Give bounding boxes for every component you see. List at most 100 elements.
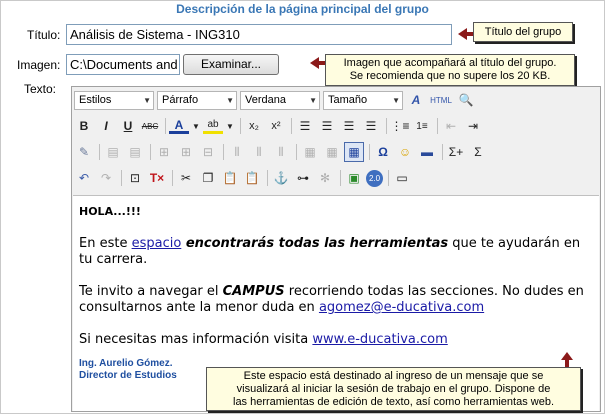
numbered-list-icon[interactable]: 1≡: [412, 116, 432, 136]
cell-split-icon[interactable]: ▦: [322, 142, 342, 162]
paragraph-select-value: Párrafo: [162, 94, 199, 106]
paragraph-2-text: Te invito a navegar el: [79, 284, 223, 299]
toolbar-separator: [150, 144, 151, 160]
image-callout-line1: Imagen que acompañará al título del grup…: [343, 57, 557, 69]
paragraph-1-emphasis: encontrarás todas las herramientas: [181, 236, 449, 251]
bold-icon[interactable]: B: [74, 116, 94, 136]
omega-icon[interactable]: Ω: [373, 142, 393, 162]
paste-icon[interactable]: 📋: [220, 168, 240, 188]
paste-text-icon[interactable]: 📋: [242, 168, 262, 188]
chevron-down-icon[interactable]: ▼: [225, 116, 235, 136]
outdent-icon[interactable]: ⇤: [441, 116, 461, 136]
email-link[interactable]: agomez@e-ducativa.com: [319, 300, 484, 315]
align-center-icon[interactable]: ☰: [317, 116, 337, 136]
image-callout: Imagen que acompañará al título del grup…: [325, 54, 575, 86]
toolbar-row-1: Estilos ▼ Párrafo ▼ Verdana ▼ Tamaño ▼ A HTM…: [74, 89, 478, 111]
html-source-label: HTML: [430, 95, 452, 105]
paragraph-select[interactable]: Párrafo ▼: [157, 90, 237, 110]
sitemap-icon[interactable]: ⊶: [293, 168, 313, 188]
sum-plus-icon[interactable]: Σ+: [446, 142, 466, 162]
styles-select-value: Estilos: [79, 94, 112, 106]
web20-icon[interactable]: 2.0: [366, 169, 383, 187]
preview-icon[interactable]: ▭: [392, 168, 412, 188]
image-label: Imagen:: [17, 58, 61, 72]
toolbar-separator: [240, 118, 241, 134]
anchor-icon[interactable]: ⚓: [271, 168, 291, 188]
toolbar-separator: [369, 144, 370, 160]
chevron-down-icon[interactable]: ▼: [191, 116, 201, 136]
image-callout-line2: Se recomienda que no supere los 20 KB.: [349, 70, 551, 82]
undo-icon[interactable]: ↶: [74, 168, 94, 188]
image-callout-arrow-icon: [310, 57, 319, 69]
espacio-link[interactable]: espacio: [132, 236, 182, 251]
column-icon[interactable]: ⫴: [249, 142, 269, 162]
cell-merge-icon[interactable]: ▦: [300, 142, 320, 162]
chevron-down-icon: ▼: [309, 95, 317, 105]
column-icon[interactable]: ⫴: [227, 142, 247, 162]
browse-button[interactable]: Examinar...: [183, 54, 279, 75]
highlight-color-icon[interactable]: ab: [203, 118, 223, 134]
cut-icon[interactable]: ✂: [176, 168, 196, 188]
font-style-icon[interactable]: A: [406, 90, 426, 110]
table-icon[interactable]: ▦: [344, 142, 364, 162]
subscript-icon[interactable]: x₂: [244, 116, 264, 136]
strikethrough-icon[interactable]: ABC: [140, 116, 160, 136]
toolbar-separator: [388, 170, 389, 186]
toolbar-separator: [386, 118, 387, 134]
clear-format-icon[interactable]: T×: [147, 168, 167, 188]
column-icon[interactable]: ⫴: [271, 142, 291, 162]
redo-icon[interactable]: ↷: [96, 168, 116, 188]
smiley-icon[interactable]: ☺: [395, 142, 415, 162]
bullet-list-icon[interactable]: ⋮≡: [390, 116, 410, 136]
toolbar-separator: [291, 118, 292, 134]
html-source-button[interactable]: HTML: [428, 90, 454, 110]
size-select[interactable]: Tamaño ▼: [323, 90, 403, 110]
paragraph-1-text: En este: [79, 236, 132, 251]
underline-icon[interactable]: U: [118, 116, 138, 136]
page-title: Descripción de la página principal del g…: [176, 2, 429, 16]
font-select-value: Verdana: [245, 94, 286, 106]
text-label: Texto:: [24, 82, 57, 96]
rich-text-editor: Estilos ▼ Párrafo ▼ Verdana ▼ Tamaño ▼ A HTM…: [71, 86, 601, 412]
table-row-icon[interactable]: ▤: [125, 142, 145, 162]
toolbar-separator: [267, 170, 268, 186]
title-callout-arrow-icon: [458, 28, 467, 40]
toolbar-separator: [121, 170, 122, 186]
image-file-input[interactable]: C:\Documents and: [66, 54, 180, 75]
select-all-icon[interactable]: ⊡: [125, 168, 145, 188]
sum-icon[interactable]: Σ: [468, 142, 488, 162]
font-select[interactable]: Verdana ▼: [240, 90, 320, 110]
paragraph-2: Te invito a navegar el CAMPUS recorriend…: [79, 284, 593, 316]
search-icon[interactable]: 🔍: [456, 90, 476, 110]
chevron-down-icon: ▼: [226, 95, 234, 105]
paragraph-1: En este espacio encontrarás todas las he…: [79, 236, 593, 268]
website-link[interactable]: www.e-ducativa.com: [312, 332, 447, 347]
table-insert-icon[interactable]: ⊞: [154, 142, 174, 162]
table-row-icon[interactable]: ▤: [103, 142, 123, 162]
text-callout-line3: las herramientas de edición de texto, as…: [233, 396, 554, 408]
toolbar-row-3: ✎ ▤ ▤ ⊞ ⊞ ⊟ ⫴ ⫴ ⫴ ▦ ▦ ▦ Ω ☺ ▬ Σ+ Σ: [74, 141, 490, 163]
edit-icon[interactable]: ✎: [74, 142, 94, 162]
toolbar-separator: [442, 144, 443, 160]
chevron-down-icon: ▼: [392, 95, 400, 105]
table-insert-icon[interactable]: ⊞: [176, 142, 196, 162]
superscript-icon[interactable]: x²: [266, 116, 286, 136]
indent-icon[interactable]: ⇥: [463, 116, 483, 136]
styles-select[interactable]: Estilos ▼: [74, 90, 154, 110]
text-color-icon[interactable]: A: [169, 118, 189, 134]
table-delete-icon[interactable]: ⊟: [198, 142, 218, 162]
align-left-icon[interactable]: ☰: [295, 116, 315, 136]
toolbar-separator: [437, 118, 438, 134]
insert-image-icon[interactable]: ▣: [344, 168, 364, 188]
italic-icon[interactable]: I: [96, 116, 116, 136]
greeting-text: HOLA...!!!: [79, 205, 141, 218]
align-right-icon[interactable]: ☰: [339, 116, 359, 136]
horizontal-rule-icon[interactable]: ▬: [417, 142, 437, 162]
copy-icon[interactable]: ❐: [198, 168, 218, 188]
unlink-icon[interactable]: ✻: [315, 168, 335, 188]
title-input[interactable]: Análisis de Sistema - ING310: [66, 24, 452, 45]
align-justify-icon[interactable]: ☰: [361, 116, 381, 136]
title-label: Título:: [27, 28, 61, 42]
toolbar-separator: [172, 170, 173, 186]
paragraph-3-text: Si necesitas mas información visita: [79, 332, 313, 347]
